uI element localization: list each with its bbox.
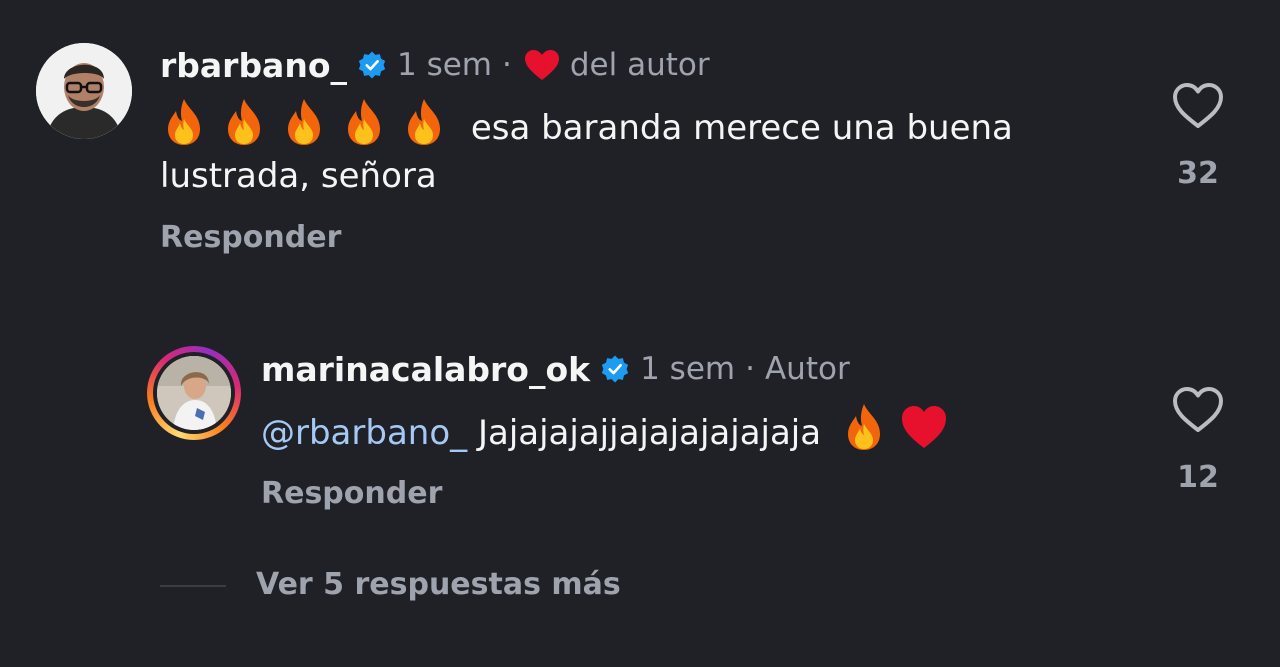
heart-outline-icon[interactable] [1172,82,1224,130]
fire-emoji-group [160,99,471,148]
heart-icon [524,50,559,80]
reply-text: @rbarbano_ Jajajajajjajajajajajaja [261,402,1141,457]
username[interactable]: marinacalabro_ok [261,350,590,389]
avatar-rbarbano[interactable] [36,43,132,139]
comment-text: esa baranda merece una buena lustrada, s… [160,97,1120,200]
thread-divider-line [160,585,226,587]
fire-emoji [228,99,260,145]
fire-emoji [348,99,380,145]
timestamp: 1 sem [397,47,492,83]
view-more-replies-button[interactable]: Ver 5 respuestas más [256,567,621,602]
reply-header: marinacalabro_ok 1 sem · Autor [261,348,850,390]
author-badge: Autor [764,351,850,387]
fire-emoji [408,99,440,145]
verified-badge-icon [358,51,386,79]
mention-link[interactable]: @rbarbano_ [261,413,467,453]
avatar-photo [157,356,231,430]
separator-dot: · [745,351,755,387]
username[interactable]: rbarbano_ [160,46,347,85]
avatar-marinacalabro[interactable] [147,346,241,440]
reply-button[interactable]: Responder [261,476,442,511]
reply-body: Jajajajajjajajajajajaja [477,413,822,453]
heart-outline-icon[interactable] [1172,386,1224,434]
avatar-photo-icon [36,43,132,139]
comment-header: rbarbano_ 1 sem · del autor [160,44,710,86]
like-count: 32 [1177,156,1219,191]
reply-button[interactable]: Responder [160,220,341,255]
fire-emoji [288,99,320,145]
fire-emoji [847,404,880,450]
avatar-photo-icon [157,356,231,430]
timestamp: 1 sem [640,351,736,387]
fire-emoji [168,99,200,145]
separator-dot: · [502,47,512,83]
avatar-ring-gap [153,352,235,434]
author-liked-label: del autor [569,47,710,83]
verified-badge-icon [601,355,629,383]
like-count: 12 [1177,460,1219,495]
red-heart-emoji [901,406,946,448]
